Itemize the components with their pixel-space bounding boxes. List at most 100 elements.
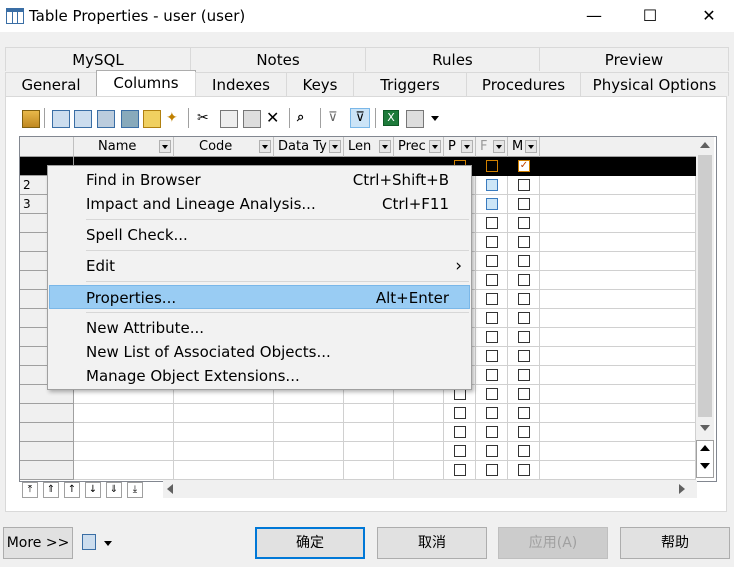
checkbox[interactable]: [518, 274, 530, 286]
grid-cell[interactable]: [476, 404, 508, 423]
grid-cell[interactable]: [540, 442, 696, 461]
grid-cell[interactable]: [476, 290, 508, 309]
checkbox[interactable]: [518, 236, 530, 248]
grid-cell[interactable]: [174, 423, 274, 442]
checkbox[interactable]: [518, 350, 530, 362]
cut-icon[interactable]: ✂: [197, 110, 213, 126]
grid-cell[interactable]: [274, 423, 344, 442]
checkbox[interactable]: [486, 350, 498, 362]
checkbox[interactable]: [486, 464, 498, 476]
column-header-name[interactable]: Name: [74, 137, 174, 157]
tab-triggers[interactable]: Triggers: [353, 72, 467, 96]
grid-cell[interactable]: [476, 233, 508, 252]
grid-cell[interactable]: [444, 423, 476, 442]
checkbox[interactable]: [518, 255, 530, 267]
column-header-precision[interactable]: Prec: [394, 137, 444, 157]
close-button[interactable]: ✕: [686, 4, 732, 28]
row-up-icon[interactable]: [700, 445, 710, 451]
checkbox[interactable]: [486, 274, 498, 286]
sparkle-icon[interactable]: ✦: [166, 110, 182, 126]
tab-preview[interactable]: Preview: [539, 47, 729, 71]
grid-cell[interactable]: [476, 366, 508, 385]
grid-cell[interactable]: [540, 347, 696, 366]
grid-cell[interactable]: [74, 442, 174, 461]
tab-rules[interactable]: Rules: [365, 47, 540, 71]
grid-cell[interactable]: [508, 176, 540, 195]
column-header-length[interactable]: Len: [344, 137, 394, 157]
grid-cell[interactable]: [508, 195, 540, 214]
grid-cell[interactable]: [540, 176, 696, 195]
tab-keys[interactable]: Keys: [286, 72, 354, 96]
grid-cell[interactable]: [508, 328, 540, 347]
grid-cell[interactable]: [508, 271, 540, 290]
checkbox[interactable]: [518, 198, 530, 210]
grid-cell[interactable]: [508, 347, 540, 366]
grid-cell[interactable]: [344, 461, 394, 480]
grid-cell[interactable]: [476, 328, 508, 347]
grid-cell[interactable]: [540, 423, 696, 442]
checkbox[interactable]: [486, 312, 498, 324]
grid-cell[interactable]: [508, 423, 540, 442]
scroll-right-icon[interactable]: [679, 484, 685, 494]
grid-cell[interactable]: [274, 442, 344, 461]
move-page-down-icon[interactable]: ⇓: [106, 482, 122, 498]
checkbox[interactable]: [486, 388, 498, 400]
grid-cell[interactable]: [540, 404, 696, 423]
scroll-up-icon[interactable]: [700, 142, 710, 148]
grid-cell[interactable]: ✓: [508, 157, 540, 176]
move-top-icon[interactable]: ⤒: [22, 482, 38, 498]
row-header[interactable]: [20, 442, 74, 461]
copy-icon[interactable]: [220, 110, 238, 128]
grid-cell[interactable]: [508, 214, 540, 233]
grid-cell[interactable]: [508, 461, 540, 480]
grid-cell[interactable]: [174, 442, 274, 461]
tab-notes[interactable]: Notes: [190, 47, 366, 71]
grid-cell[interactable]: [476, 195, 508, 214]
grid-cell[interactable]: [274, 404, 344, 423]
tab-general[interactable]: General: [5, 72, 97, 96]
grid-cell[interactable]: [394, 423, 444, 442]
menu-item-new-attribute[interactable]: New Attribute...: [49, 316, 470, 340]
add-rows-icon[interactable]: [97, 110, 115, 128]
grid-cell[interactable]: [476, 309, 508, 328]
grid-cell[interactable]: [394, 442, 444, 461]
grid-cell[interactable]: [344, 442, 394, 461]
grid-cell[interactable]: [508, 233, 540, 252]
grid-cell[interactable]: [476, 176, 508, 195]
list-icon[interactable]: [82, 534, 96, 550]
add-row-icon[interactable]: [52, 110, 70, 128]
checkbox[interactable]: [518, 293, 530, 305]
menu-item-edit[interactable]: Edit ›: [49, 254, 470, 278]
checkbox[interactable]: [454, 464, 466, 476]
add-column-icon[interactable]: [121, 110, 139, 128]
row-scroll-buttons[interactable]: [696, 440, 714, 478]
move-up-icon[interactable]: ↑: [64, 482, 80, 498]
menu-item-find-in-browser[interactable]: Find in Browser Ctrl+Shift+B: [49, 168, 470, 192]
insert-row-icon[interactable]: [74, 110, 92, 128]
grid-cell[interactable]: [394, 404, 444, 423]
grid-cell[interactable]: [508, 290, 540, 309]
row-header[interactable]: [20, 461, 74, 480]
grid-cell[interactable]: [508, 309, 540, 328]
checkbox[interactable]: [486, 255, 498, 267]
grid-cell[interactable]: [508, 442, 540, 461]
scroll-left-icon[interactable]: [167, 484, 173, 494]
scroll-down-icon[interactable]: [700, 425, 710, 431]
checkbox[interactable]: [486, 179, 498, 191]
minimize-button[interactable]: —: [571, 4, 617, 28]
filter-icon[interactable]: ⊽: [328, 110, 344, 126]
grid-cell[interactable]: [540, 195, 696, 214]
help-button[interactable]: 帮助: [620, 527, 730, 559]
grid-cell[interactable]: [540, 309, 696, 328]
row-header[interactable]: [20, 404, 74, 423]
checkbox[interactable]: [454, 445, 466, 457]
vertical-scrollbar[interactable]: [696, 137, 714, 463]
row-down-icon[interactable]: [700, 463, 710, 469]
grid-cell[interactable]: [476, 214, 508, 233]
cancel-button[interactable]: 取消: [377, 527, 487, 559]
chevron-down-icon[interactable]: [431, 116, 439, 121]
grid-cell[interactable]: [476, 252, 508, 271]
checkbox-checked[interactable]: ✓: [518, 160, 530, 172]
checkbox[interactable]: [486, 160, 498, 172]
checkbox[interactable]: [454, 407, 466, 419]
